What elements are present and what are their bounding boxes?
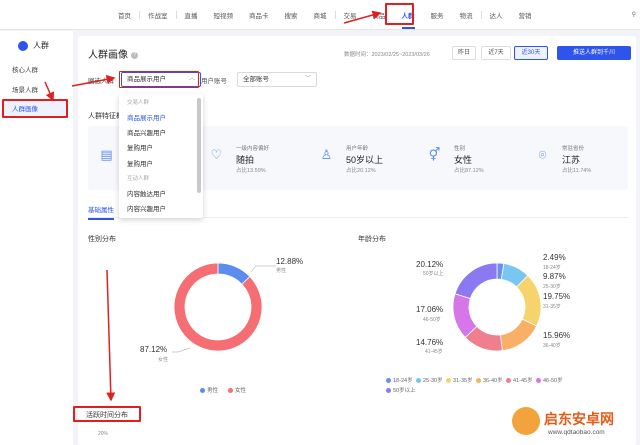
annotation-arrows: [44, 10, 382, 402]
arrow-to-nav: [343, 10, 382, 24]
watermark-name: 启东安卓网: [544, 411, 614, 427]
watermark-logo: [512, 407, 540, 435]
arrow-to-sidebar: [44, 81, 55, 102]
arrow-to-select: [71, 74, 116, 87]
watermark-url: www.qdtaobao.com: [548, 429, 605, 436]
watermark: 启东安卓网 www.qdtaobao.com: [512, 405, 638, 443]
arrow-to-active-time: [106, 269, 116, 402]
